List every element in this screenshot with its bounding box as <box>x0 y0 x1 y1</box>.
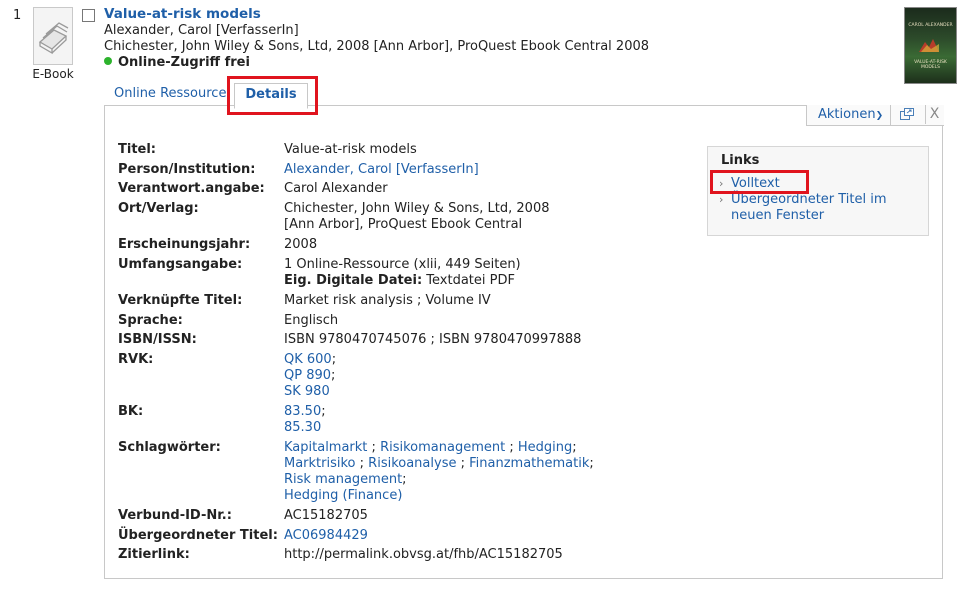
subject-link[interactable]: Risk management <box>284 472 402 487</box>
field-label-schlagwoerter: Schlagwörter: <box>118 440 221 455</box>
schlagwoerter-line-3: Risk management; <box>284 472 407 487</box>
parent-title-new-window-link-cont[interactable]: neuen Fenster <box>731 208 824 224</box>
tab-details[interactable]: Details <box>234 83 308 109</box>
subject-link[interactable]: Kapitalmarkt <box>284 440 367 455</box>
field-label-verknuepft: Verknüpfte Titel: <box>118 293 243 308</box>
field-value-titel: Value-at-risk models <box>284 142 417 157</box>
subject-link[interactable]: Marktrisiko <box>284 456 356 471</box>
publication-line: Chichester, John Wiley & Sons, Ltd, 2008… <box>104 39 650 54</box>
field-value-isbn: ISBN 9780470745076 ; ISBN 9780470997888 <box>284 332 582 347</box>
availability-label: Online-Zugriff frei <box>118 55 250 70</box>
availability-status: Online-Zugriff frei <box>104 55 250 70</box>
rvk-link[interactable]: SK 980 <box>284 384 330 399</box>
toolbar-divider <box>890 105 891 125</box>
chevron-down-icon: ❯ <box>875 111 884 121</box>
field-value-digitale-datei: Eig. Digitale Datei: Textdatei PDF <box>284 273 515 289</box>
field-label-titel: Titel: <box>118 142 157 157</box>
schlagwoerter-line-1: Kapitalmarkt ; Risikomanagement ; Hedgin… <box>284 440 577 455</box>
bk-item: 83.50; <box>284 404 326 419</box>
record-title-link[interactable]: Value-at-risk models <box>104 6 261 22</box>
subject-link[interactable]: Risikomanagement <box>380 440 505 455</box>
field-value-verknuepft: Market risk analysis ; Volume IV <box>284 293 491 308</box>
subject-link[interactable]: Risikoanalyse <box>368 456 456 471</box>
field-value-verantwort: Carol Alexander <box>284 181 388 196</box>
field-label-isbn: ISBN/ISSN: <box>118 332 197 347</box>
tab-online-ressource[interactable]: Online Ressource <box>114 86 226 101</box>
field-value-zitierlink[interactable]: http://permalink.obvsg.at/fhb/AC15182705 <box>284 547 563 563</box>
bk-link[interactable]: 83.50 <box>284 404 321 419</box>
person-link[interactable]: Alexander, Carol [VerfasserIn] <box>284 162 479 178</box>
field-label-jahr: Erscheinungsjahr: <box>118 237 251 252</box>
bk-item: 85.30 <box>284 420 321 436</box>
field-label-zitierlink: Zitierlink: <box>118 547 190 562</box>
subject-link[interactable]: Hedging <box>518 440 572 455</box>
field-value-verbund: AC15182705 <box>284 508 368 523</box>
field-label-uebergeordnet: Übergeordneter Titel: <box>118 528 278 543</box>
rvk-item: QP 890; <box>284 368 336 383</box>
links-title: Links <box>721 153 760 168</box>
digitale-datei-value: Textdatei PDF <box>422 273 515 288</box>
result-number: 1 <box>13 8 22 23</box>
rvk-item: SK 980 <box>284 384 330 400</box>
book-cover-image[interactable]: CAROL ALEXANDER VALUE-AT-RISK MODELS <box>904 7 957 84</box>
field-value-ort-1: Chichester, John Wiley & Sons, Ltd, 2008 <box>284 201 550 216</box>
field-label-umfang: Umfangsangabe: <box>118 257 243 272</box>
field-value-jahr: 2008 <box>284 237 318 252</box>
field-value-umfang: 1 Online-Ressource (xlii, 449 Seiten) <box>284 257 521 272</box>
rvk-link[interactable]: QP 890 <box>284 368 331 383</box>
actions-label: Aktionen <box>818 107 876 122</box>
field-value-ort-2: [Ann Arbor], ProQuest Ebook Central <box>284 217 523 232</box>
chevron-right-icon: › <box>719 193 724 206</box>
field-label-sprache: Sprache: <box>118 313 183 328</box>
volltext-link[interactable]: Volltext <box>731 176 780 192</box>
field-label-verantwort: Verantwort.angabe: <box>118 181 265 196</box>
field-value-sprache: Englisch <box>284 313 339 328</box>
subject-link[interactable]: Hedging (Finance) <box>284 488 402 503</box>
availability-dot-icon <box>104 57 112 65</box>
field-label-ort: Ort/Verlag: <box>118 201 199 216</box>
author-line: Alexander, Carol [VerfasserIn] <box>104 23 299 38</box>
rvk-link[interactable]: QK 600 <box>284 352 332 367</box>
parent-title-link[interactable]: AC06984429 <box>284 528 368 544</box>
type-label: E-Book <box>32 67 74 81</box>
tab-details-label: Details <box>245 87 297 102</box>
popout-window-icon[interactable] <box>899 107 915 121</box>
field-label-rvk: RVK: <box>118 352 154 367</box>
schlagwoerter-line-2: Marktrisiko ; Risikoanalyse ; Finanzmath… <box>284 456 594 471</box>
rvk-item: QK 600; <box>284 352 337 367</box>
parent-title-new-window-link[interactable]: Übergeordneter Titel im <box>731 192 887 208</box>
cover-title-text: VALUE-AT-RISK MODELS <box>914 60 947 70</box>
subject-link[interactable]: Finanzmathematik <box>469 456 589 471</box>
cover-author-text: CAROL ALEXANDER <box>908 23 953 28</box>
digitale-datei-label: Eig. Digitale Datei: <box>284 273 423 288</box>
cover-graphic-icon <box>919 39 939 52</box>
field-label-bk: BK: <box>118 404 144 419</box>
chevron-right-icon: › <box>719 177 724 190</box>
actions-menu-button[interactable]: Aktionen❯ <box>818 107 883 122</box>
bk-link[interactable]: 85.30 <box>284 420 321 435</box>
book-stack-icon <box>33 7 73 65</box>
select-checkbox[interactable] <box>82 9 95 22</box>
field-label-person: Person/Institution: <box>118 162 256 177</box>
schlagwoerter-line-4: Hedging (Finance) <box>284 488 402 504</box>
close-icon[interactable]: X <box>925 105 943 124</box>
field-label-verbund: Verbund-ID-Nr.: <box>118 508 232 523</box>
